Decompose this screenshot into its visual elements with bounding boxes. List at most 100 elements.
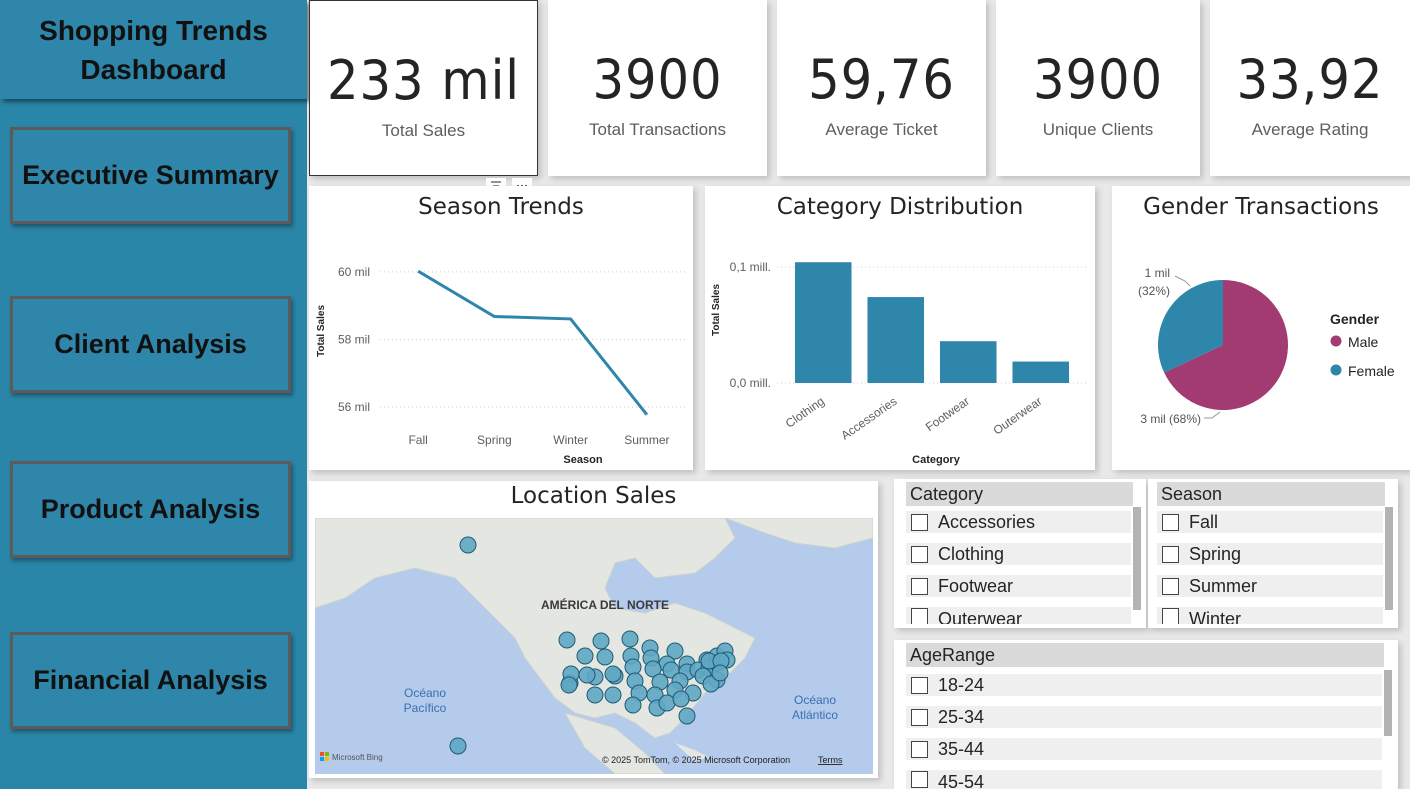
x-tick-label: Outerwear	[991, 394, 1045, 438]
y-axis-title: Total Sales	[316, 305, 327, 357]
slicer-title: Category	[906, 482, 1133, 506]
slicer-item-45-54[interactable]: 45-54	[906, 770, 1382, 789]
location-bubble[interactable]	[678, 707, 696, 725]
season-slicer: Season Fall Spring Summer Winter	[1148, 479, 1398, 628]
dashboard-title: Shopping Trends Dashboard	[0, 0, 307, 99]
checkbox[interactable]	[1162, 545, 1179, 563]
slicer-title: Season	[1157, 482, 1385, 506]
kpi-value: 233 mil	[326, 49, 521, 112]
y-tick-label: 60 mil	[338, 265, 370, 279]
location-bubble[interactable]	[596, 648, 614, 666]
location-bubble[interactable]	[558, 631, 576, 649]
checkbox[interactable]	[1162, 577, 1179, 595]
legend-marker-female	[1330, 364, 1342, 376]
checkbox[interactable]	[911, 676, 928, 694]
y-tick-label: 0,1 mill.	[730, 260, 771, 274]
x-tick-label: Fall	[408, 433, 427, 447]
kpi-card-average-rating[interactable]: 33,92 Average Rating	[1210, 0, 1410, 176]
nav-executive-summary[interactable]: Executive Summary	[10, 127, 291, 224]
pacific-ocean-label-1: Océano	[404, 686, 446, 700]
legend-label-male: Male	[1348, 334, 1379, 350]
category-distribution-card[interactable]: Category Distribution 0,0 mill. 0,1 mill.…	[705, 186, 1095, 470]
category-distribution-chart: 0,0 mill. 0,1 mill. Clothing Accessories Fo…	[711, 260, 1087, 466]
location-bubble[interactable]	[624, 658, 642, 676]
pacific-ocean-label-2: Pacífico	[404, 701, 447, 715]
location-bubble[interactable]	[604, 665, 622, 683]
svg-text:Microsoft Bing: Microsoft Bing	[332, 753, 383, 762]
bar-footwear[interactable]	[939, 341, 997, 383]
y-tick-label: 56 mil	[338, 400, 370, 414]
legend-title: Gender	[1330, 311, 1380, 327]
slicer-scrollbar[interactable]	[1133, 507, 1141, 610]
map-title: Location Sales	[510, 483, 677, 509]
location-sales-card[interactable]: Location Sales AMÉRICA DEL NORTE Océano …	[309, 481, 878, 778]
kpi-card-unique-clients[interactable]: 3900 Unique Clients	[996, 0, 1200, 176]
slicer-item-spring[interactable]: Spring	[1157, 543, 1383, 565]
slicer-title: AgeRange	[906, 643, 1384, 667]
slicer-item-clothing[interactable]: Clothing	[906, 543, 1131, 565]
checkbox[interactable]	[911, 740, 928, 758]
x-tick-label: Clothing	[783, 394, 827, 431]
legend-label-female: Female	[1348, 363, 1395, 379]
location-bubble[interactable]	[578, 666, 596, 684]
age-range-slicer: AgeRange 18-24 25-34 35-44 45-54	[894, 640, 1398, 789]
location-bubble[interactable]	[624, 696, 642, 714]
male-leader-line	[1204, 411, 1221, 419]
gender-transactions-card[interactable]: Gender Transactions 1 mil (32%) 3 mil (6…	[1112, 186, 1410, 470]
location-bubble[interactable]	[459, 536, 477, 554]
checkbox[interactable]	[911, 608, 928, 624]
continent-label: AMÉRICA DEL NORTE	[541, 597, 669, 612]
bar-accessories[interactable]	[867, 297, 925, 383]
kpi-label: Total Transactions	[588, 120, 726, 139]
kpi-value: 59,76	[808, 48, 955, 111]
slicer-item-accessories[interactable]: Accessories	[906, 511, 1131, 533]
checkbox[interactable]	[911, 513, 928, 531]
bar-outerwear[interactable]	[1012, 361, 1070, 383]
season-trends-card[interactable]: Season Trends 56 mil 58 mil 60 mil Fall Spr…	[309, 186, 693, 470]
nav-product-analysis[interactable]: Product Analysis	[10, 461, 291, 558]
checkbox[interactable]	[911, 577, 928, 595]
slicer-item-fall[interactable]: Fall	[1157, 511, 1383, 533]
checkbox[interactable]	[911, 708, 928, 726]
slicer-item-winter[interactable]: Winter	[1157, 607, 1383, 624]
x-axis-title: Season	[563, 454, 602, 466]
location-bubble[interactable]	[586, 686, 604, 704]
slicer-item-outerwear[interactable]: Outerwear	[906, 607, 1131, 624]
y-tick-label: 58 mil	[338, 332, 370, 346]
location-bubble[interactable]	[560, 676, 578, 694]
slicer-item-18-24[interactable]: 18-24	[906, 674, 1382, 696]
location-bubble[interactable]	[621, 630, 639, 648]
checkbox[interactable]	[1162, 513, 1179, 531]
checkbox[interactable]	[911, 545, 928, 563]
location-map[interactable]: AMÉRICA DEL NORTE Océano Pacífico Océano…	[315, 518, 873, 774]
slicer-item-35-44[interactable]: 35-44	[906, 738, 1382, 760]
kpi-card-average-ticket[interactable]: 59,76 Average Ticket	[777, 0, 986, 176]
checkbox[interactable]	[911, 771, 928, 788]
location-bubble[interactable]	[672, 690, 690, 708]
location-bubble[interactable]	[576, 647, 594, 665]
slicer-scrollbar[interactable]	[1385, 507, 1393, 610]
bar-clothing[interactable]	[794, 262, 852, 383]
kpi-card-total-transactions[interactable]: 3900 Total Transactions	[548, 0, 767, 176]
y-tick-label: 0,0 mill.	[730, 376, 771, 390]
kpi-value: 3900	[592, 48, 723, 111]
category-slicer: Category Accessories Clothing Footwear O…	[894, 479, 1146, 628]
slicer-item-25-34[interactable]: 25-34	[906, 706, 1382, 728]
nav-client-analysis[interactable]: Client Analysis	[10, 296, 291, 393]
checkbox[interactable]	[1162, 608, 1179, 624]
location-bubble[interactable]	[658, 694, 676, 712]
location-bubble[interactable]	[449, 737, 467, 755]
slicer-item-summer[interactable]: Summer	[1157, 575, 1383, 597]
slicer-scrollbar[interactable]	[1384, 670, 1392, 736]
x-tick-label: Accessories	[838, 394, 899, 443]
location-bubble[interactable]	[604, 686, 622, 704]
x-tick-label: Winter	[553, 433, 588, 447]
kpi-label: Average Rating	[1251, 120, 1369, 139]
nav-financial-analysis[interactable]: Financial Analysis	[10, 632, 291, 729]
slicer-item-footwear[interactable]: Footwear	[906, 575, 1131, 597]
kpi-card-total-sales[interactable]: 233 mil Total Sales	[309, 0, 538, 176]
location-bubble[interactable]	[711, 664, 729, 682]
location-bubble[interactable]	[592, 632, 610, 650]
map-terms-link[interactable]: Terms	[818, 755, 843, 765]
x-tick-label: Spring	[477, 433, 512, 447]
